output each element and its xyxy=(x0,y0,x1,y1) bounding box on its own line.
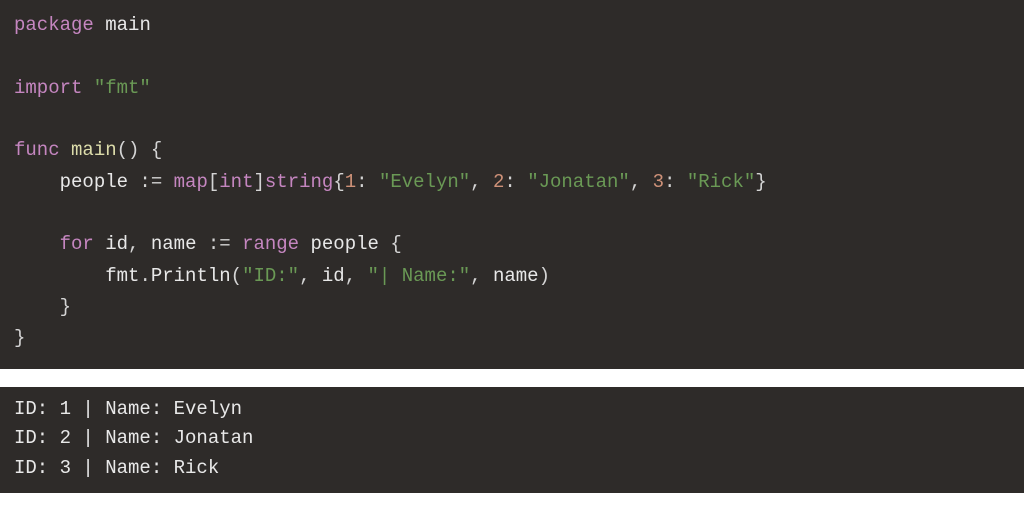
code-line-3: import "fmt" xyxy=(14,77,151,99)
type-int: int xyxy=(219,171,253,193)
arg-name: name xyxy=(493,265,539,287)
package-name: main xyxy=(105,14,151,36)
brace-close: } xyxy=(60,296,71,318)
code-line-9: fmt.Println("ID:", id, "| Name:", name) xyxy=(14,265,550,287)
code-editor: package main import "fmt" func main() { … xyxy=(0,0,1024,369)
code-line-10: } xyxy=(14,296,71,318)
keyword-for: for xyxy=(60,233,94,255)
map-val-3: "Rick" xyxy=(687,171,755,193)
output-line-1: ID: 1 | Name: Evelyn xyxy=(14,398,242,420)
program-output: ID: 1 | Name: Evelyn ID: 2 | Name: Jonat… xyxy=(0,387,1024,493)
keyword-import: import xyxy=(14,77,82,99)
map-key-3: 3 xyxy=(653,171,664,193)
type-string: string xyxy=(265,171,333,193)
brace-close: } xyxy=(14,327,25,349)
keyword-package: package xyxy=(14,14,94,36)
code-line-8: for id, name := range people { xyxy=(14,233,402,255)
map-key-1: 1 xyxy=(345,171,356,193)
fn-println: Println xyxy=(151,265,231,287)
var-id: id xyxy=(94,233,128,255)
map-val-1: "Evelyn" xyxy=(379,171,470,193)
func-main: main xyxy=(71,139,117,161)
output-line-3: ID: 3 | Name: Rick xyxy=(14,457,219,479)
keyword-func: func xyxy=(14,139,60,161)
output-line-2: ID: 2 | Name: Jonatan xyxy=(14,427,253,449)
arg-str-name: "| Name:" xyxy=(368,265,471,287)
import-path: "fmt" xyxy=(94,77,151,99)
code-line-5: func main() { xyxy=(14,139,162,161)
keyword-range: range xyxy=(242,233,299,255)
arg-str-id: "ID:" xyxy=(242,265,299,287)
keyword-map: map xyxy=(174,171,208,193)
map-val-2: "Jonatan" xyxy=(527,171,630,193)
code-line-11: } xyxy=(14,327,25,349)
map-key-2: 2 xyxy=(493,171,504,193)
brace-open: { xyxy=(139,139,162,161)
code-line-6: people := map[int]string{1: "Evelyn", 2:… xyxy=(14,171,767,193)
code-line-1: package main xyxy=(14,14,151,36)
arg-id: id xyxy=(322,265,345,287)
var-name: name xyxy=(151,233,197,255)
var-people: people xyxy=(60,171,128,193)
pkg-fmt: fmt xyxy=(105,265,139,287)
parens: () xyxy=(117,139,140,161)
